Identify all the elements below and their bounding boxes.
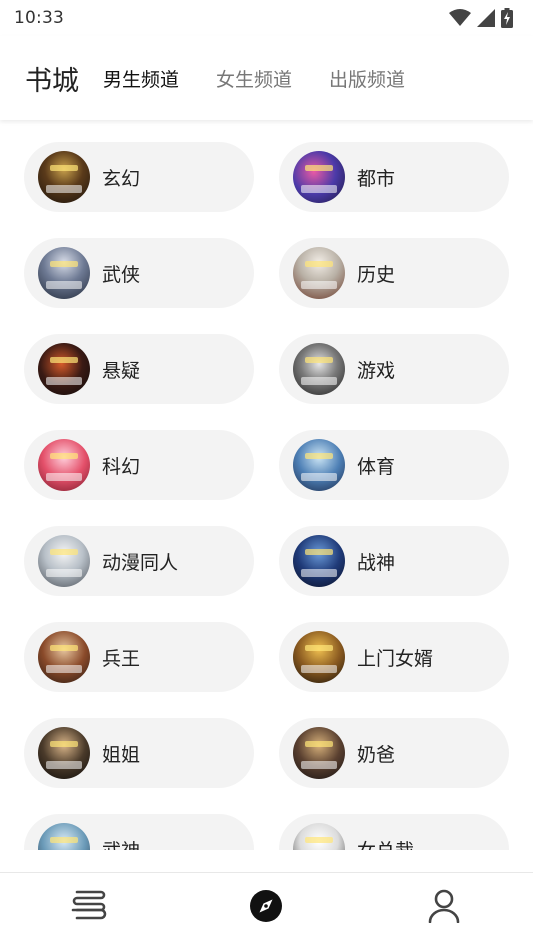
category-label: 玄幻 <box>102 167 141 190</box>
category-cover-image <box>38 439 90 491</box>
category-item[interactable]: 战神 <box>279 526 509 596</box>
category-item[interactable]: 悬疑 <box>24 334 254 404</box>
category-label: 姐姐 <box>102 743 141 766</box>
category-item[interactable]: 武侠 <box>24 238 254 308</box>
category-item[interactable]: 武神 <box>24 814 254 850</box>
bookshelf-icon <box>71 890 107 926</box>
category-cover-image <box>38 535 90 587</box>
category-label: 女总裁 <box>357 836 414 851</box>
category-cover-image <box>293 343 345 395</box>
category-item[interactable]: 奶爸 <box>279 718 509 788</box>
category-cover-image <box>38 727 90 779</box>
wifi-icon <box>449 9 471 27</box>
category-label: 历史 <box>357 263 396 286</box>
profile-icon <box>428 889 460 927</box>
category-cover-image <box>38 247 90 299</box>
nav-profile[interactable] <box>414 878 474 938</box>
status-time: 10:33 <box>14 8 64 28</box>
category-list[interactable]: 玄幻 都市 武侠 历史 悬疑 游戏 科幻 体育 动漫同人 战神 兵王 上门女婿 … <box>0 120 533 850</box>
category-grid: 玄幻 都市 武侠 历史 悬疑 游戏 科幻 体育 动漫同人 战神 兵王 上门女婿 … <box>0 120 533 850</box>
category-label: 游戏 <box>357 359 396 382</box>
category-cover-image <box>293 823 345 850</box>
battery-charging-icon <box>501 8 513 28</box>
category-label: 兵王 <box>102 647 141 670</box>
bottom-navigation <box>0 872 533 948</box>
category-cover-image <box>293 247 345 299</box>
category-cover-image <box>38 823 90 850</box>
category-label: 体育 <box>357 455 396 478</box>
category-label: 动漫同人 <box>102 551 179 574</box>
category-item[interactable]: 历史 <box>279 238 509 308</box>
status-bar: 10:33 <box>0 0 533 36</box>
category-cover-image <box>38 151 90 203</box>
category-cover-image <box>293 535 345 587</box>
category-cover-image <box>293 151 345 203</box>
category-cover-image <box>293 631 345 683</box>
cellular-signal-icon <box>477 9 495 27</box>
tab-publishing-channel[interactable]: 出版频道 <box>329 65 405 92</box>
status-icons <box>449 8 513 28</box>
category-label: 奶爸 <box>357 743 396 766</box>
nav-bookshelf[interactable] <box>59 878 119 938</box>
category-item[interactable]: 玄幻 <box>24 142 254 212</box>
page-title: 书城 <box>25 65 79 97</box>
category-item[interactable]: 姐姐 <box>24 718 254 788</box>
category-item[interactable]: 女总裁 <box>279 814 509 850</box>
category-cover-image <box>293 439 345 491</box>
category-item[interactable]: 都市 <box>279 142 509 212</box>
category-label: 战神 <box>357 551 396 574</box>
category-cover-image <box>38 631 90 683</box>
category-item[interactable]: 兵王 <box>24 622 254 692</box>
compass-icon <box>249 889 283 927</box>
header: 书城 男生频道 女生频道 出版频道 <box>0 36 533 120</box>
category-cover-image <box>293 727 345 779</box>
category-label: 都市 <box>357 167 396 190</box>
category-item[interactable]: 体育 <box>279 430 509 500</box>
category-cover-image <box>38 343 90 395</box>
category-item[interactable]: 上门女婿 <box>279 622 509 692</box>
category-label: 上门女婿 <box>357 647 434 670</box>
tab-male-channel[interactable]: 男生频道 <box>103 65 179 92</box>
category-item[interactable]: 游戏 <box>279 334 509 404</box>
category-item[interactable]: 动漫同人 <box>24 526 254 596</box>
category-label: 科幻 <box>102 455 141 478</box>
nav-discover[interactable] <box>236 878 296 938</box>
category-label: 武神 <box>102 836 140 851</box>
category-item[interactable]: 科幻 <box>24 430 254 500</box>
category-label: 悬疑 <box>102 359 141 382</box>
category-label: 武侠 <box>102 263 141 286</box>
tab-female-channel[interactable]: 女生频道 <box>216 65 292 92</box>
